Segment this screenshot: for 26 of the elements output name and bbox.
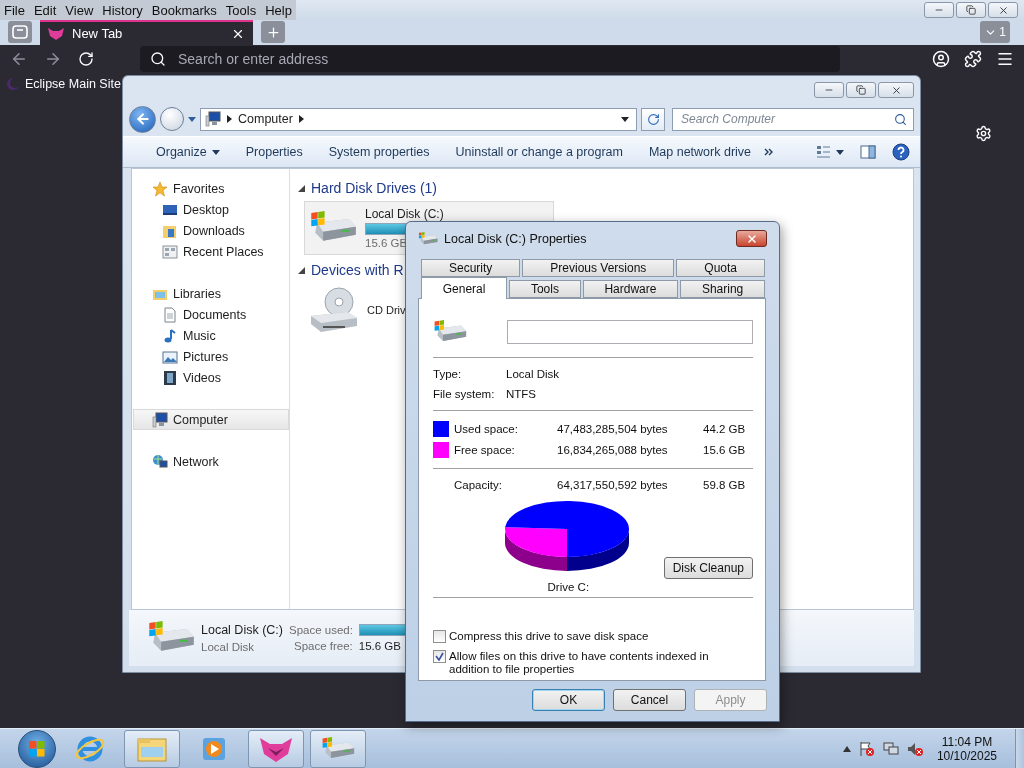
usage-label: Free space:	[454, 444, 516, 456]
dialog-title: Local Disk (C:) Properties	[444, 231, 587, 246]
chart-label: Drive C:	[547, 581, 590, 593]
drive-type: Local Disk	[201, 641, 256, 653]
info-value: NTFS	[506, 388, 538, 400]
usage-bytes: 16,834,265,088 bytes	[557, 444, 669, 456]
usage-bytes: 47,483,285,504 bytes	[557, 423, 669, 435]
info-label: Type:	[433, 368, 463, 380]
tab-count: 1	[999, 25, 1006, 39]
usage-size: 44.2 GB	[703, 423, 747, 435]
drive-name: Local Disk (C:)	[201, 623, 283, 637]
usage-size: 15.6 GB	[703, 444, 747, 456]
capacity-label: Capacity:	[454, 479, 503, 491]
usage-label: Used space:	[454, 423, 519, 435]
space-free-value: 15.6 GB	[358, 640, 401, 652]
checkbox-label: Compress this drive to save disk space	[449, 630, 650, 643]
info-label: File system:	[433, 388, 496, 400]
checkbox-label: Allow files on this drive to have contents indexed in addition to file properties	[449, 650, 710, 676]
space-used-label: Space used:	[288, 624, 353, 636]
tab-title: New Tab	[72, 26, 124, 41]
capacity-bytes: 64,317,550,592 bytes	[557, 479, 669, 491]
capacity-size: 59.8 GB	[703, 479, 747, 491]
section-title: Hard Disk Drives (1)	[311, 180, 437, 196]
space-free-label: Space free:	[292, 640, 353, 652]
info-value: Local Disk	[506, 368, 561, 380]
section-title: Devices with R	[311, 262, 404, 278]
